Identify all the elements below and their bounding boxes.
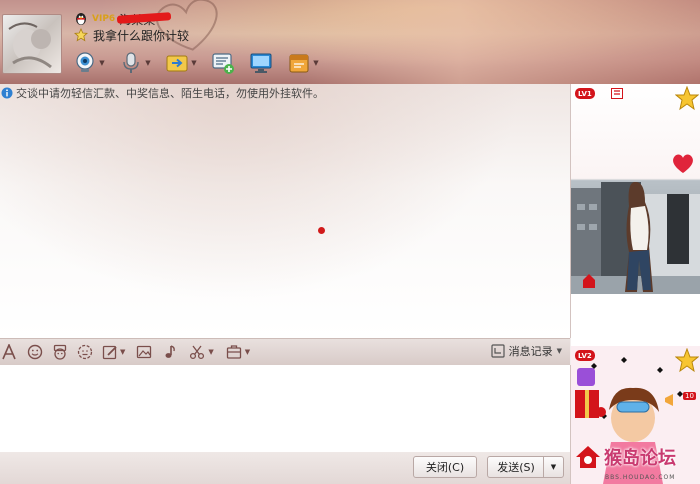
doodle-dropdown[interactable]: ▼ [120,348,125,356]
signature-row: 我拿什么跟你计较 [74,27,189,43]
create-group-chat-icon[interactable] [210,50,236,76]
footer-bar: 关闭(C) 发送(S) ▼ [0,452,571,484]
emoji-icon[interactable] [24,342,46,362]
show-panel: LV1 LV2 10 [571,84,700,484]
more-tools-icon[interactable] [224,342,244,362]
monkey-logo-icon [576,446,600,468]
personal-signature: 我拿什么跟你计较 [93,28,190,43]
star-icon [74,28,88,42]
header-background [300,0,700,84]
watermark-url: BBS.HOUDAO.COM [605,474,676,481]
security-notice-text: 交谈中请勿轻信汇款、中奖信息、陌生电话，勿使用外挂软件。 [16,87,324,100]
message-history-button[interactable]: 消息记录 ▼ [491,343,562,359]
send-options-dropdown[interactable]: ▼ [543,456,564,478]
qq-penguin-icon [76,13,86,25]
message-input[interactable] [0,365,571,452]
more-tools-dropdown[interactable]: ▼ [245,348,250,356]
star-decoration-icon [675,86,699,111]
file-transfer-dropdown[interactable]: ▼ [190,50,198,76]
close-button[interactable]: 关闭(C) [413,456,477,478]
flag-icon [611,88,623,99]
font-icon[interactable] [0,342,18,362]
remote-assist-icon[interactable] [248,50,274,76]
contact-avatar[interactable] [2,14,62,74]
screenshot-dropdown[interactable]: ▼ [208,348,213,356]
file-transfer-icon[interactable] [164,50,190,76]
music-icon[interactable] [159,342,181,362]
shake-icon[interactable] [74,342,96,362]
chat-toolbar: ▼ ▼ ▼ ▼ [72,48,332,78]
forum-watermark: 猴岛论坛 BBS.HOUDAO.COM [575,444,676,481]
chat-header: VIP6 海某某 我拿什么跟你计较 ▼ ▼ [0,0,700,84]
magic-face-icon[interactable] [49,342,71,362]
screenshot-icon[interactable] [187,342,207,362]
input-toolbar: ▼ ▼ ▼ 消息记录 ▼ [0,338,570,366]
message-history-label: 消息记录 [508,345,553,358]
heart-icon [673,154,693,173]
contact-nickname[interactable]: 海某某 [116,11,172,28]
image-icon[interactable] [133,342,155,362]
contact-name-row: VIP6 海某某 [74,11,172,28]
history-icon [491,344,505,358]
send-button[interactable]: 发送(S) [487,456,545,478]
contact-show-avatar[interactable]: LV1 [571,84,700,294]
cursor-marker [318,227,325,234]
doodle-icon[interactable] [101,342,119,362]
video-call-dropdown[interactable]: ▼ [98,50,106,76]
chat-history-area[interactable]: 交谈中请勿轻信汇款、中奖信息、陌生电话，勿使用外挂软件。 [0,84,571,338]
count-badge: 10 [683,392,696,400]
video-call-icon[interactable] [72,50,98,76]
voice-call-icon[interactable] [118,50,144,76]
watermark-text: 猴岛论坛 [604,448,676,469]
app-box-dropdown[interactable]: ▼ [312,50,320,76]
level-badge: LV1 [575,88,595,99]
info-icon [1,87,13,99]
security-notice: 交谈中请勿轻信汇款、中奖信息、陌生电话，勿使用外挂软件。 [1,85,324,101]
app-box-icon[interactable] [286,50,312,76]
vip-badge[interactable]: VIP6 [92,14,115,24]
voice-call-dropdown[interactable]: ▼ [144,50,152,76]
history-dropdown[interactable]: ▼ [557,347,562,355]
show-scene-image [571,182,700,294]
